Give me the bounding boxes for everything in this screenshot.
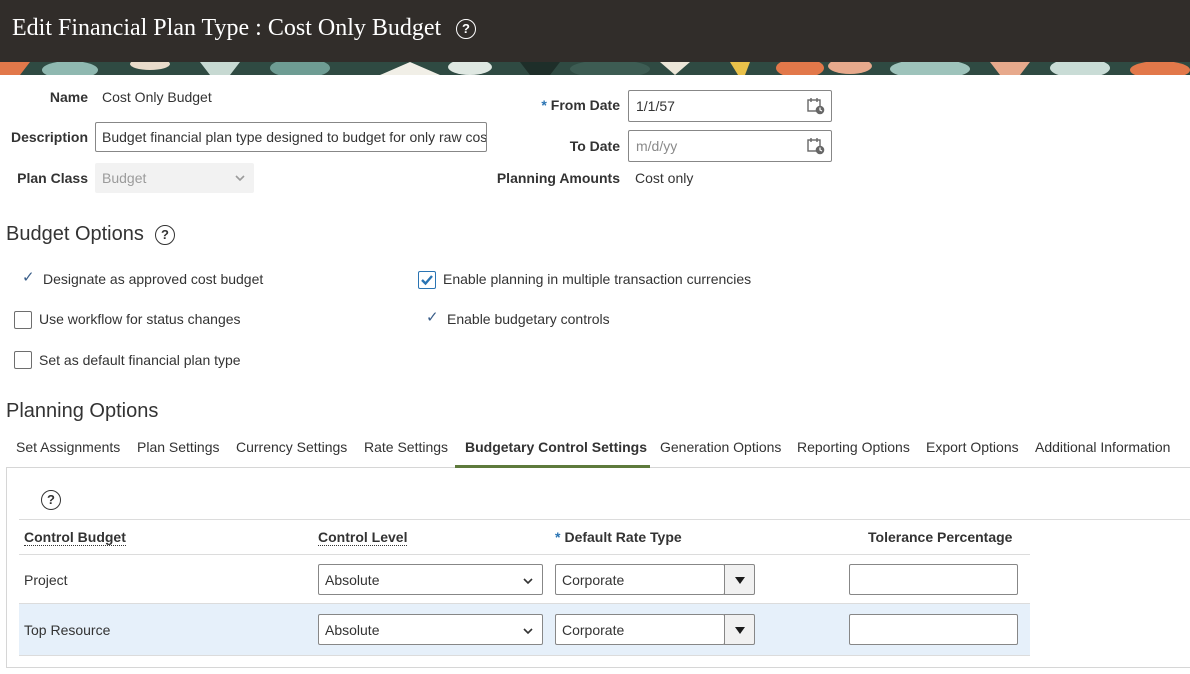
tab-generation-options[interactable]: Generation Options: [660, 439, 781, 455]
header-divider: [19, 554, 1030, 555]
chevron-down-icon: [523, 578, 533, 585]
from-date-input[interactable]: 1/1/57: [628, 90, 832, 122]
default-rate-type-input[interactable]: Corporate: [555, 564, 725, 595]
to-date-input[interactable]: m/d/yy: [628, 130, 832, 162]
help-icon[interactable]: ?: [155, 225, 175, 245]
plan-class-label: Plan Class: [17, 170, 88, 186]
default-plan-type-checkbox[interactable]: [14, 351, 32, 369]
from-date-label: * From Date: [541, 97, 620, 113]
tab-plan-settings[interactable]: Plan Settings: [137, 439, 220, 455]
multi-currency-label: Enable planning in multiple transaction …: [443, 271, 752, 287]
tab-rate-settings[interactable]: Rate Settings: [364, 439, 448, 455]
column-header-control-level: Control Level: [318, 529, 408, 546]
name-label: Name: [49, 89, 88, 105]
from-date-value: 1/1/57: [636, 98, 675, 114]
rate-type-dropdown-button[interactable]: [724, 614, 755, 645]
column-header-tolerance-percentage: Tolerance Percentage: [868, 529, 1013, 545]
help-icon[interactable]: ?: [456, 19, 476, 39]
triangle-down-icon: [735, 627, 745, 634]
title-bar: Edit Financial Plan Type : Cost Only Bud…: [0, 0, 1190, 62]
tab-currency-settings[interactable]: Currency Settings: [236, 439, 347, 455]
description-label: Description: [10, 129, 88, 145]
default-plan-type-label: Set as default financial plan type: [39, 352, 241, 368]
workflow-checkbox[interactable]: [14, 311, 32, 329]
tab-export-options[interactable]: Export Options: [926, 439, 1019, 455]
column-header-default-rate-type: * Default Rate Type: [555, 529, 682, 545]
tab-reporting-options[interactable]: Reporting Options: [797, 439, 910, 455]
control-level-value: Absolute: [325, 572, 380, 588]
column-header-control-budget: Control Budget: [24, 529, 126, 546]
budgetary-controls-label: Enable budgetary controls: [447, 311, 610, 327]
checkmark-icon: [421, 275, 433, 286]
control-level-select[interactable]: Absolute: [318, 614, 543, 645]
required-indicator: *: [541, 97, 547, 113]
control-level-value: Absolute: [325, 622, 380, 638]
to-date-placeholder: m/d/yy: [636, 138, 678, 154]
workflow-label: Use workflow for status changes: [39, 311, 241, 327]
help-icon[interactable]: ?: [41, 490, 61, 510]
control-budget-cell: Top Resource: [24, 622, 111, 638]
plan-class-value: Budget: [102, 170, 147, 186]
decorative-banner: [0, 62, 1190, 75]
required-indicator: *: [555, 529, 561, 545]
planning-amounts-label: Planning Amounts: [496, 170, 620, 186]
name-value: Cost Only Budget: [102, 89, 212, 105]
designate-approved-label: Designate as approved cost budget: [43, 271, 264, 287]
tolerance-percentage-input[interactable]: [849, 564, 1018, 595]
planning-options-heading: Planning Options: [6, 400, 159, 422]
check-icon: ✓: [426, 309, 439, 326]
rate-type-value: Corporate: [562, 572, 625, 588]
check-icon: ✓: [22, 269, 35, 286]
plan-class-select: Budget: [95, 163, 254, 193]
rate-type-value: Corporate: [562, 622, 625, 638]
description-input[interactable]: Budget financial plan type designed to b…: [95, 122, 487, 152]
calendar-icon[interactable]: [807, 137, 825, 155]
multi-currency-checkbox[interactable]: [418, 271, 436, 289]
rate-type-dropdown-button[interactable]: [724, 564, 755, 595]
table-top-border: [19, 519, 1190, 520]
tab-budgetary-control-settings[interactable]: Budgetary Control Settings: [465, 439, 647, 455]
planning-amounts-value: Cost only: [635, 170, 694, 186]
triangle-down-icon: [735, 577, 745, 584]
tab-set-assignments[interactable]: Set Assignments: [16, 439, 120, 455]
chevron-down-icon: [523, 628, 533, 635]
to-date-label: To Date: [569, 138, 620, 154]
budget-options-heading: Budget Options: [6, 223, 144, 245]
default-rate-type-input[interactable]: Corporate: [555, 614, 725, 645]
row-divider: [19, 655, 1030, 656]
control-level-select[interactable]: Absolute: [318, 564, 543, 595]
calendar-icon[interactable]: [807, 97, 825, 115]
page-title: Edit Financial Plan Type : Cost Only Bud…: [12, 15, 442, 41]
chevron-down-icon: [235, 175, 245, 182]
tolerance-percentage-input[interactable]: [849, 614, 1018, 645]
tab-additional-information[interactable]: Additional Information: [1035, 439, 1170, 455]
control-budget-cell: Project: [24, 572, 68, 588]
